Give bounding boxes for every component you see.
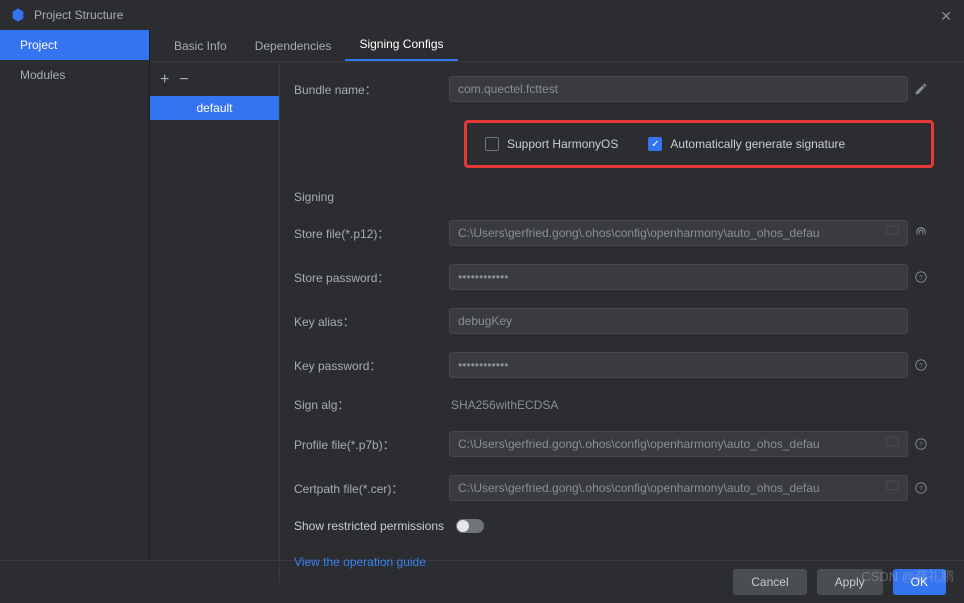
sign-alg-value: SHA256withECDSA [449, 398, 908, 412]
sign-alg-label: Sign alg： [294, 396, 449, 413]
checkbox-unchecked-icon [485, 137, 499, 151]
left-nav: Project Modules [0, 30, 150, 560]
certpath-file-help[interactable]: ? [908, 481, 934, 495]
add-config-button[interactable]: + [160, 72, 169, 88]
key-password-help[interactable]: ? [908, 358, 934, 372]
remove-config-button[interactable]: − [179, 72, 188, 88]
help-icon: ? [914, 481, 928, 495]
checkbox-checked-icon: ✓ [648, 137, 662, 151]
nav-item-modules[interactable]: Modules [0, 60, 149, 90]
edit-bundle-name-button[interactable] [908, 82, 934, 96]
svg-text:?: ? [919, 362, 923, 369]
folder-icon[interactable]: 🗀 [886, 433, 899, 455]
bundle-name-label: Bundle name： [294, 81, 449, 98]
svg-text:?: ? [919, 441, 923, 448]
window-close-button[interactable]: ✕ [940, 8, 952, 25]
store-password-input[interactable]: •••••••••••• [449, 264, 908, 290]
profile-file-help[interactable]: ? [908, 437, 934, 451]
titlebar: Project Structure ✕ [0, 0, 964, 30]
signing-form: Bundle name： com.quectel.fcttest Support… [280, 62, 964, 583]
restricted-permissions-toggle[interactable] [456, 519, 484, 533]
signing-section-header: Signing [294, 190, 934, 204]
help-icon: ? [914, 358, 928, 372]
config-item-default[interactable]: default [150, 96, 279, 120]
store-password-help[interactable]: ? [908, 270, 934, 284]
tab-basic-info[interactable]: Basic Info [160, 31, 241, 61]
svg-text:?: ? [919, 485, 923, 492]
help-icon: ? [914, 437, 928, 451]
store-password-label: Store password： [294, 269, 449, 286]
help-icon: ? [914, 270, 928, 284]
pencil-icon [914, 82, 928, 96]
profile-file-input[interactable]: C:\Users\gerfried.gong\.ohos\config\open… [449, 431, 908, 457]
tab-dependencies[interactable]: Dependencies [241, 31, 346, 61]
restricted-permissions-label: Show restricted permissions [294, 519, 444, 533]
profile-file-label: Profile file(*.p7b)： [294, 436, 449, 453]
support-harmonyos-checkbox[interactable]: Support HarmonyOS [485, 137, 618, 151]
certpath-file-label: Certpath file(*.cer)： [294, 480, 449, 497]
tab-signing-configs[interactable]: Signing Configs [345, 29, 457, 61]
operation-guide-link[interactable]: View the operation guide [294, 555, 426, 569]
app-logo-icon [10, 7, 26, 23]
fingerprint-icon [914, 226, 928, 240]
nav-item-project[interactable]: Project [0, 30, 149, 60]
window-title: Project Structure [34, 8, 123, 22]
store-file-input[interactable]: C:\Users\gerfried.gong\.ohos\config\open… [449, 220, 908, 246]
fingerprint-button[interactable] [908, 226, 934, 240]
folder-icon[interactable]: 🗀 [886, 477, 899, 499]
store-file-label: Store file(*.p12)： [294, 225, 449, 242]
auto-generate-signature-checkbox[interactable]: ✓ Automatically generate signature [648, 137, 845, 151]
config-list: + − default [150, 62, 280, 583]
svg-text:?: ? [919, 274, 923, 281]
bundle-name-input[interactable]: com.quectel.fcttest [449, 76, 908, 102]
tab-bar: Basic Info Dependencies Signing Configs [150, 30, 964, 62]
folder-icon[interactable]: 🗀 [886, 222, 899, 244]
auto-generate-signature-label: Automatically generate signature [670, 137, 845, 151]
key-password-label: Key password： [294, 357, 449, 374]
signature-options-highlight: Support HarmonyOS ✓ Automatically genera… [464, 120, 934, 168]
key-alias-label: Key alias： [294, 313, 449, 330]
key-password-input[interactable]: •••••••••••• [449, 352, 908, 378]
certpath-file-input[interactable]: C:\Users\gerfried.gong\.ohos\config\open… [449, 475, 908, 501]
support-harmonyos-label: Support HarmonyOS [507, 137, 618, 151]
key-alias-input[interactable]: debugKey [449, 308, 908, 334]
